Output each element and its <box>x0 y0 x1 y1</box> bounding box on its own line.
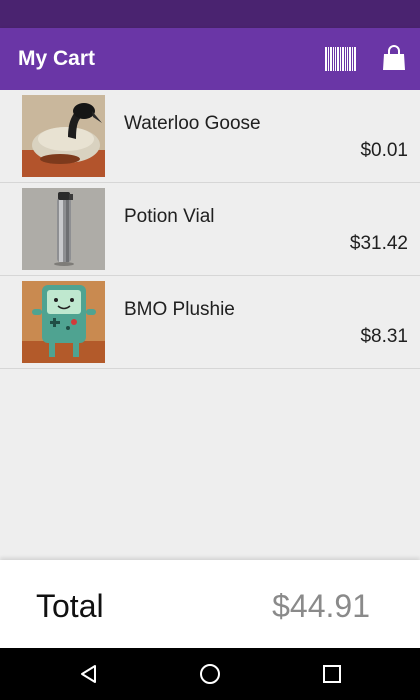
total-value: $44.91 <box>272 588 370 624</box>
navigation-bar <box>0 648 420 700</box>
item-name: BMO Plushie <box>124 299 235 320</box>
status-bar <box>0 0 420 28</box>
bmo-plush-thumbnail <box>22 281 105 363</box>
item-price: $8.31 <box>360 326 408 347</box>
app-title: My Cart <box>18 47 96 70</box>
barcode-icon[interactable] <box>324 46 358 72</box>
app-bar: My Cart <box>0 28 420 90</box>
shopping-bag-icon[interactable] <box>380 44 408 72</box>
back-triangle-icon[interactable] <box>77 662 101 686</box>
cart-item[interactable]: Potion Vial $31.42 <box>0 183 420 276</box>
cart-list: Waterloo Goose $0.01 Potion Vial $31.42 <box>0 90 420 369</box>
item-name: Potion Vial <box>124 206 215 227</box>
item-price: $0.01 <box>360 140 408 161</box>
item-price: $31.42 <box>349 233 408 254</box>
steel-bottle-thumbnail <box>22 188 105 270</box>
total-label: Total <box>36 588 104 624</box>
recents-square-icon[interactable] <box>320 662 344 686</box>
cart-item[interactable]: Waterloo Goose $0.01 <box>0 90 420 183</box>
total-bar: Total $44.91 <box>0 560 420 648</box>
item-name: Waterloo Goose <box>124 113 261 134</box>
home-circle-icon[interactable] <box>198 662 222 686</box>
cart-item[interactable]: BMO Plushie $8.31 <box>0 276 420 369</box>
goose-plush-thumbnail <box>22 95 105 177</box>
